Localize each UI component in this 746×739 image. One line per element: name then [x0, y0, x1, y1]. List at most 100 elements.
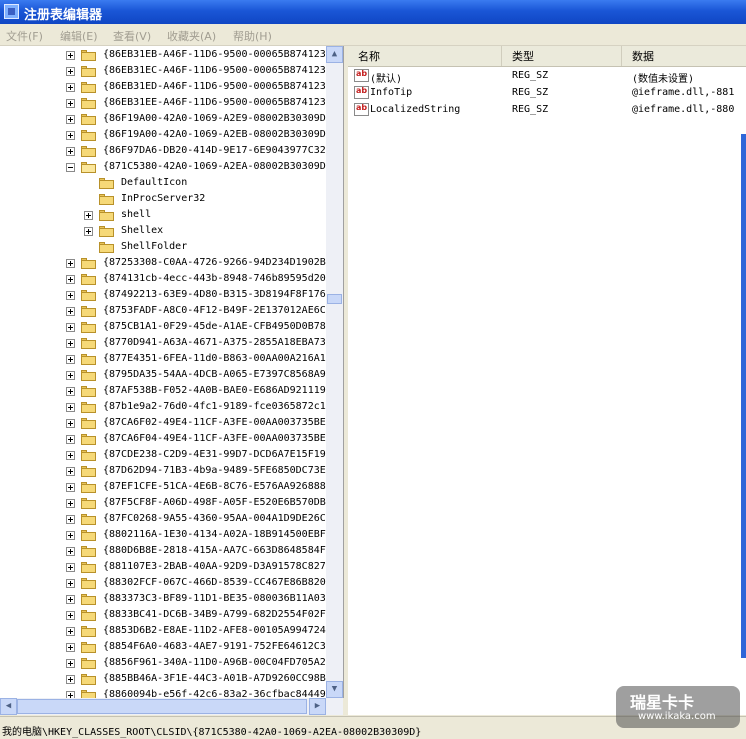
expand-icon[interactable]	[66, 371, 75, 380]
tree-row[interactable]: {87CA6F02-49E4-11CF-A3FE-00AA003735BE	[0, 416, 343, 432]
scroll-up-icon[interactable]: ▲	[326, 46, 343, 63]
expand-icon[interactable]	[66, 115, 75, 124]
tree-row[interactable]: {88302FCF-067C-466D-8539-CC467E86B820	[0, 576, 343, 592]
expand-icon[interactable]	[66, 515, 75, 524]
expand-icon[interactable]	[66, 611, 75, 620]
values-pane[interactable]: 名称 类型 数据 ab (默认) REG_SZ (数值未设置) ab InfoTip REG…	[348, 46, 746, 715]
tree-row[interactable]: {8860094b-e56f-42c6-83a2-36cfbac84449	[0, 688, 343, 698]
tree-row[interactable]: ShellFolder	[0, 240, 343, 256]
expand-icon[interactable]	[66, 387, 75, 396]
expand-icon[interactable]	[66, 259, 75, 268]
tree-row[interactable]: {86EB31EC-A46F-11D6-9500-00065B874123	[0, 64, 343, 80]
tree-row[interactable]: {8833BC41-DC6B-34B9-A799-682D2554F02F	[0, 608, 343, 624]
expand-icon[interactable]	[66, 483, 75, 492]
tree-row[interactable]: {86EB31EE-A46F-11D6-9500-00065B874123	[0, 96, 343, 112]
column-data[interactable]: 数据	[622, 46, 746, 66]
value-row[interactable]: ab LocalizedString REG_SZ @ieframe.dll,-880	[348, 101, 746, 118]
tree-row[interactable]: {880D6B8E-2818-415A-AA7C-663D8648584F	[0, 544, 343, 560]
expand-icon[interactable]	[66, 339, 75, 348]
expand-icon[interactable]	[66, 643, 75, 652]
tree-row[interactable]: {8856F961-340A-11D0-A96B-00C04FD705A2	[0, 656, 343, 672]
scroll-down-icon[interactable]: ▼	[326, 681, 343, 698]
tree-row[interactable]: {87FC0268-9A55-4360-95AA-004A1D9DE26C	[0, 512, 343, 528]
tree-row[interactable]: {874131cb-4ecc-443b-8948-746b89595d20	[0, 272, 343, 288]
expand-icon[interactable]	[66, 627, 75, 636]
expand-icon[interactable]	[84, 227, 93, 236]
scroll-left-icon[interactable]: ◀	[0, 698, 17, 715]
tree-row[interactable]: {877E4351-6FEA-11d0-B863-00AA00A216A1	[0, 352, 343, 368]
column-name[interactable]: 名称	[348, 46, 502, 66]
tree-row[interactable]: {86F19A00-42A0-1069-A2EB-08002B30309D	[0, 128, 343, 144]
expand-icon[interactable]	[66, 451, 75, 460]
tree-row[interactable]: {87CA6F04-49E4-11CF-A3FE-00AA003735BE	[0, 432, 343, 448]
scroll-thumb-horizontal[interactable]	[17, 699, 307, 714]
expand-icon[interactable]	[66, 99, 75, 108]
expand-icon[interactable]	[66, 419, 75, 428]
tree-row[interactable]: {87CDE238-C2D9-4E31-99D7-DCD6A7E15F19	[0, 448, 343, 464]
expand-icon[interactable]	[66, 83, 75, 92]
tree-row[interactable]: {885BB46A-3F1E-44C3-A01B-A7D9260CC98B	[0, 672, 343, 688]
expand-icon[interactable]	[84, 211, 93, 220]
expand-icon[interactable]	[66, 355, 75, 364]
menu-help[interactable]: 帮助(H)	[233, 28, 272, 44]
tree-row[interactable]: {87253308-C0AA-4726-9266-94D234D1902B	[0, 256, 343, 272]
tree-row[interactable]: DefaultIcon	[0, 176, 343, 192]
expand-icon[interactable]	[66, 291, 75, 300]
value-row[interactable]: ab InfoTip REG_SZ @ieframe.dll,-881	[348, 84, 746, 101]
collapse-icon[interactable]	[66, 163, 75, 172]
tree-row[interactable]: {87AF538B-F052-4A0B-BAE0-E686AD921119	[0, 384, 343, 400]
expand-icon[interactable]	[66, 691, 75, 698]
tree-row[interactable]: {883373C3-BF89-11D1-BE35-080036B11A03	[0, 592, 343, 608]
tree-row[interactable]: {8770D941-A63A-4671-A375-2855A18EBA73	[0, 336, 343, 352]
expand-icon[interactable]	[66, 659, 75, 668]
expand-icon[interactable]	[66, 323, 75, 332]
tree-row[interactable]: {871C5380-42A0-1069-A2EA-08002B30309D	[0, 160, 343, 176]
column-type[interactable]: 类型	[502, 46, 622, 66]
tree-horizontal-scrollbar[interactable]: ◀ ▶	[0, 698, 343, 715]
expand-icon[interactable]	[66, 147, 75, 156]
expand-icon[interactable]	[66, 403, 75, 412]
tree-row[interactable]: {8854F6A0-4683-4AE7-9191-752FE64612C3	[0, 640, 343, 656]
tree-row[interactable]: {86EB31ED-A46F-11D6-9500-00065B874123	[0, 80, 343, 96]
expand-icon[interactable]	[66, 67, 75, 76]
tree-row[interactable]: shell	[0, 208, 343, 224]
tree-row[interactable]: {8795DA35-54AA-4DCB-A065-E7397C8568A9	[0, 368, 343, 384]
tree-row[interactable]: InProcServer32	[0, 192, 343, 208]
expand-icon[interactable]	[66, 307, 75, 316]
tree-row[interactable]: {86EB31EB-A46F-11D6-9500-00065B874123	[0, 48, 343, 64]
expand-icon[interactable]	[66, 499, 75, 508]
menu-view[interactable]: 查看(V)	[113, 28, 151, 44]
scroll-thumb[interactable]	[327, 294, 342, 304]
expand-icon[interactable]	[66, 51, 75, 60]
tree-vertical-scrollbar[interactable]: ▲ ▼	[326, 46, 343, 698]
tree-row[interactable]: {86F19A00-42A0-1069-A2E9-08002B30309D	[0, 112, 343, 128]
registry-key-tree[interactable]: {86EB31EB-A46F-11D6-9500-00065B874123 {86…	[0, 46, 344, 698]
expand-icon[interactable]	[66, 275, 75, 284]
expand-icon[interactable]	[66, 675, 75, 684]
expand-icon[interactable]	[66, 435, 75, 444]
expand-icon[interactable]	[66, 563, 75, 572]
expand-icon[interactable]	[66, 579, 75, 588]
menu-favorites[interactable]: 收藏夹(A)	[167, 28, 216, 44]
expand-icon[interactable]	[66, 131, 75, 140]
tree-row[interactable]: {8753FADF-A8C0-4F12-B49F-2E137012AE6C	[0, 304, 343, 320]
tree-row[interactable]: {87492213-63E9-4D80-B315-3D8194F8F176	[0, 288, 343, 304]
tree-row[interactable]: Shellex	[0, 224, 343, 240]
tree-row[interactable]: {8853D6B2-E8AE-11D2-AFE8-00105A994724	[0, 624, 343, 640]
tree-row[interactable]: {87F5CF8F-A06D-498F-A05F-E520E6B570DB	[0, 496, 343, 512]
expand-icon[interactable]	[66, 531, 75, 540]
expand-icon[interactable]	[66, 595, 75, 604]
expand-icon[interactable]	[66, 547, 75, 556]
tree-row[interactable]: {875CB1A1-0F29-45de-A1AE-CFB4950D0B78	[0, 320, 343, 336]
menu-file[interactable]: 文件(F)	[6, 28, 43, 44]
tree-row[interactable]: {87b1e9a2-76d0-4fc1-9189-fce0365872c1	[0, 400, 343, 416]
tree-row[interactable]: {86F97DA6-DB20-414D-9E17-6E9043977C32	[0, 144, 343, 160]
tree-row[interactable]: {87EF1CFE-51CA-4E6B-8C76-E576AA926888	[0, 480, 343, 496]
expand-icon[interactable]	[66, 467, 75, 476]
value-row[interactable]: ab (默认) REG_SZ (数值未设置)	[348, 67, 746, 85]
scroll-right-icon[interactable]: ▶	[309, 698, 326, 715]
tree-row[interactable]: {8802116A-1E30-4134-A02A-18B914500EBF	[0, 528, 343, 544]
menu-edit[interactable]: 编辑(E)	[60, 28, 98, 44]
tree-row[interactable]: {87D62D94-71B3-4b9a-9489-5FE6850DC73E	[0, 464, 343, 480]
tree-row[interactable]: {881107E3-2BAB-40AA-92D9-D3A91578C827	[0, 560, 343, 576]
